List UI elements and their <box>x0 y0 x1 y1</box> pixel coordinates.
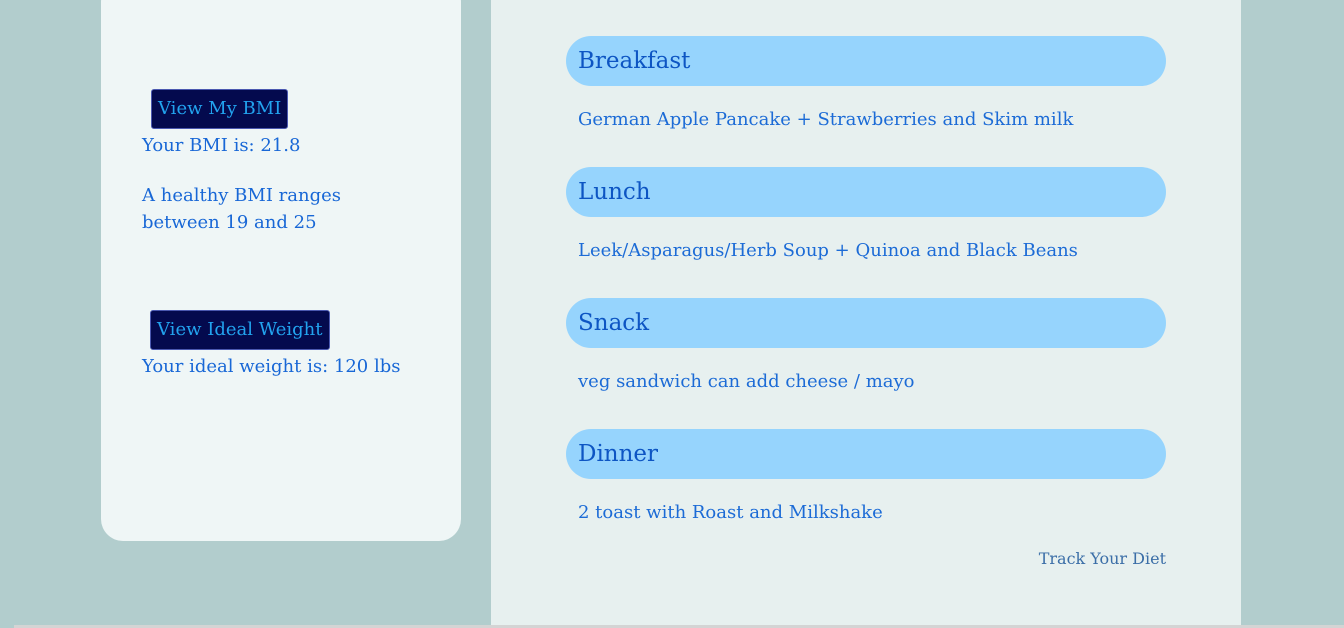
bmi-result: Your BMI is: 21.8 <box>142 135 301 156</box>
meal-header-lunch: Lunch <box>566 167 1166 217</box>
meal-title-snack: Snack <box>578 310 650 336</box>
bmi-note: A healthy BMI ranges between 19 and 25 <box>142 185 342 233</box>
meal-plan-panel: Breakfast German Apple Pancake + Strawbe… <box>491 0 1241 625</box>
track-your-diet-link[interactable]: Track Your Diet <box>1039 546 1166 572</box>
meal-header-breakfast: Breakfast <box>566 36 1166 86</box>
meal-title-lunch: Lunch <box>578 179 651 205</box>
meal-description-dinner: 2 toast with Roast and Milkshake <box>578 502 883 523</box>
ideal-weight-result: Your ideal weight is: 120 lbs <box>142 356 401 377</box>
view-ideal-weight-button[interactable]: View Ideal Weight <box>150 310 330 350</box>
meal-title-dinner: Dinner <box>578 441 659 467</box>
bmi-card <box>101 0 461 541</box>
meal-description-breakfast: German Apple Pancake + Strawberries and … <box>578 109 1074 130</box>
view-bmi-button[interactable]: View My BMI <box>151 89 289 129</box>
meal-description-snack: veg sandwich can add cheese / mayo <box>578 371 915 392</box>
meal-header-snack: Snack <box>566 298 1166 348</box>
meal-title-breakfast: Breakfast <box>578 48 691 74</box>
meal-description-lunch: Leek/Asparagus/Herb Soup + Quinoa and Bl… <box>578 240 1078 261</box>
meal-header-dinner: Dinner <box>566 429 1166 479</box>
